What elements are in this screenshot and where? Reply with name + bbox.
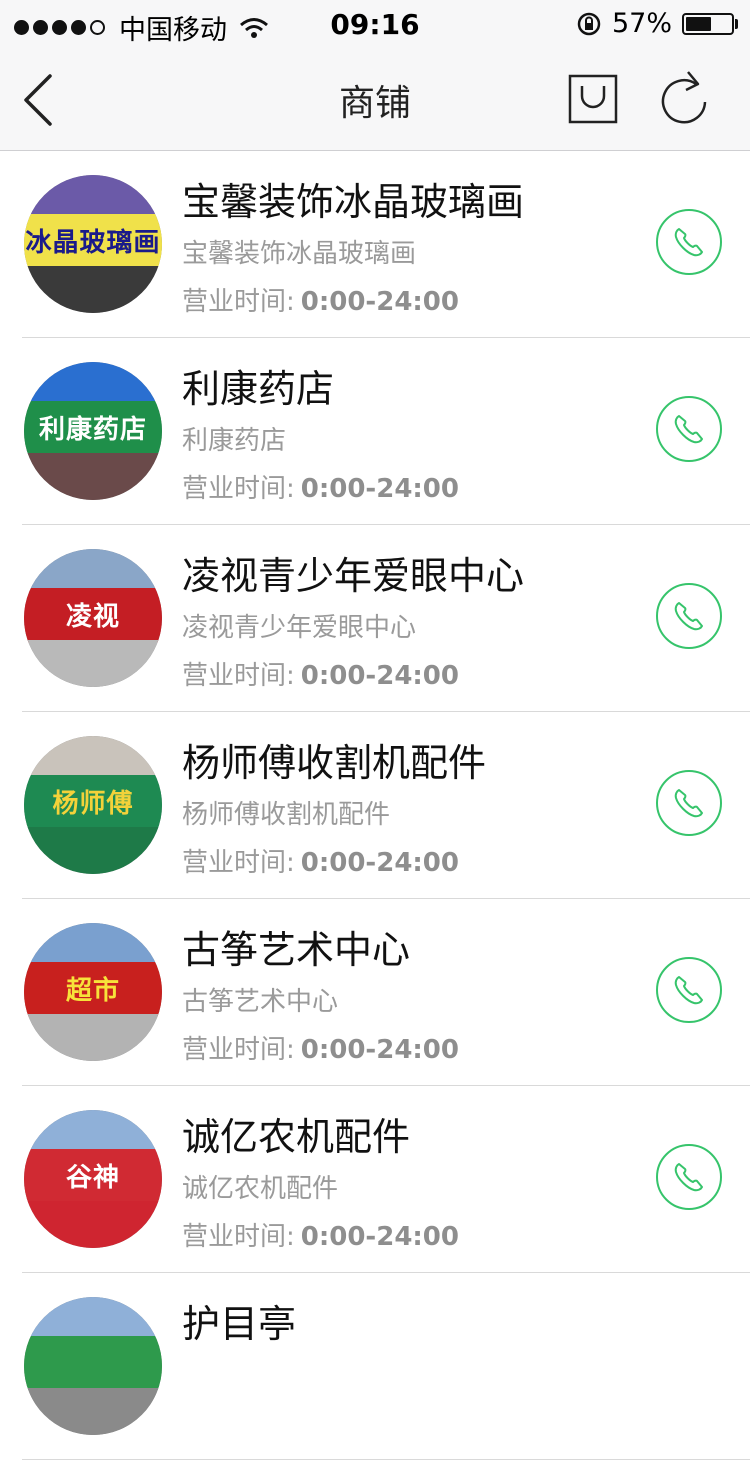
phone-icon (674, 415, 703, 444)
hours-label: 营业时间: (182, 661, 295, 691)
phone-icon (674, 602, 703, 631)
shop-list-item[interactable]: 谷神 诚亿农机配件 诚亿农机配件 营业时间: 0:00-24:00 (0, 1086, 750, 1273)
call-button[interactable] (656, 957, 722, 1023)
shop-list-item[interactable]: 护目亭 (0, 1273, 750, 1460)
shop-list-item[interactable]: 利康药店 利康药店 利康药店 营业时间: 0:00-24:00 (0, 338, 750, 525)
phone-icon (674, 228, 703, 257)
hours-value: 0:00-24:00 (300, 1222, 459, 1252)
call-button[interactable] (656, 583, 722, 649)
shop-subtitle: 杨师傅收割机配件 (182, 800, 391, 830)
phone-icon (674, 976, 703, 1005)
shop-photo: 冰晶玻璃画 (24, 175, 162, 313)
shop-hours: 营业时间: 0:00-24:00 (182, 468, 459, 505)
hours-value: 0:00-24:00 (300, 287, 459, 317)
shop-photo-sign-text: 谷神 (65, 1162, 120, 1193)
shop-photo: 谷神 (24, 1110, 162, 1248)
shop-name: 杨师傅收割机配件 (182, 741, 487, 785)
shop-list-item[interactable]: 超市 古筝艺术中心 古筝艺术中心 营业时间: 0:00-24:00 (0, 899, 750, 1086)
shopping-bag-icon[interactable] (568, 74, 618, 124)
shop-subtitle: 利康药店 (182, 426, 287, 456)
refresh-icon[interactable] (658, 68, 714, 128)
hours-value: 0:00-24:00 (300, 1035, 459, 1065)
shop-name: 利康药店 (182, 367, 335, 411)
shop-name: 诚亿农机配件 (182, 1115, 411, 1159)
call-button[interactable] (656, 770, 722, 836)
hours-label: 营业时间: (182, 848, 295, 878)
shop-photo-sign-text: 超市 (65, 975, 120, 1006)
call-button[interactable] (656, 396, 722, 462)
shop-subtitle: 宝馨装饰冰晶玻璃画 (182, 239, 417, 269)
shop-photo-sign-text: 利康药店 (38, 414, 147, 445)
shop-hours: 营业时间: 0:00-24:00 (182, 655, 459, 692)
shop-list: 冰晶玻璃画 宝馨装饰冰晶玻璃画 宝馨装饰冰晶玻璃画 营业时间: 0:00-24:0… (0, 151, 750, 1460)
shop-photo-sign-text: 杨师傅 (52, 788, 134, 819)
shop-name: 古筝艺术中心 (182, 928, 411, 972)
shop-hours: 营业时间: 0:00-24:00 (182, 1029, 459, 1066)
hours-value: 0:00-24:00 (300, 661, 459, 691)
hours-value: 0:00-24:00 (300, 848, 459, 878)
shop-subtitle: 古筝艺术中心 (182, 987, 339, 1017)
battery-percent: 57% (611, 8, 672, 39)
shop-photo: 利康药店 (24, 362, 162, 500)
shop-name: 宝馨装饰冰晶玻璃画 (182, 180, 525, 224)
rotation-lock-icon (577, 12, 601, 35)
phone-icon (674, 1163, 703, 1192)
shop-hours: 营业时间: 0:00-24:00 (182, 281, 459, 318)
battery-tip (735, 18, 738, 29)
shop-photo-sign-text: 冰晶玻璃画 (25, 227, 161, 258)
shop-subtitle: 凌视青少年爱眼中心 (182, 613, 417, 643)
page-title: 商铺 (338, 83, 411, 124)
shop-subtitle: 诚亿农机配件 (182, 1174, 339, 1204)
shop-name: 护目亭 (182, 1302, 297, 1346)
shop-list-item[interactable]: 杨师傅 杨师傅收割机配件 杨师傅收割机配件 营业时间: 0:00-24:00 (0, 712, 750, 899)
call-button[interactable] (656, 209, 722, 275)
shop-list-item[interactable]: 凌视 凌视青少年爱眼中心 凌视青少年爱眼中心 营业时间: 0:00-24:00 (0, 525, 750, 712)
top-bar: 中国移动 09:16 57% 商铺 (0, 0, 750, 151)
hours-label: 营业时间: (182, 474, 295, 504)
status-right: 57% (576, 8, 738, 39)
hours-label: 营业时间: (182, 1035, 295, 1065)
shop-photo (24, 1297, 162, 1435)
shop-list-item[interactable]: 冰晶玻璃画 宝馨装饰冰晶玻璃画 宝馨装饰冰晶玻璃画 营业时间: 0:00-24:0… (0, 151, 750, 338)
shop-photo: 杨师傅 (24, 736, 162, 874)
call-button[interactable] (656, 1144, 722, 1210)
shop-photo-sign-text: 凌视 (65, 601, 120, 632)
hours-label: 营业时间: (182, 287, 295, 317)
shop-photo: 超市 (24, 923, 162, 1061)
hours-label: 营业时间: (182, 1222, 295, 1252)
nav-bar: 商铺 (0, 50, 750, 150)
shop-hours: 营业时间: 0:00-24:00 (182, 1216, 459, 1253)
shop-photo: 凌视 (24, 549, 162, 687)
status-bar: 中国移动 09:16 57% (0, 0, 750, 50)
shop-name: 凌视青少年爱眼中心 (182, 554, 525, 598)
phone-icon (674, 789, 703, 818)
hours-value: 0:00-24:00 (300, 474, 459, 504)
shop-hours: 营业时间: 0:00-24:00 (182, 842, 459, 879)
battery-icon (682, 12, 734, 35)
